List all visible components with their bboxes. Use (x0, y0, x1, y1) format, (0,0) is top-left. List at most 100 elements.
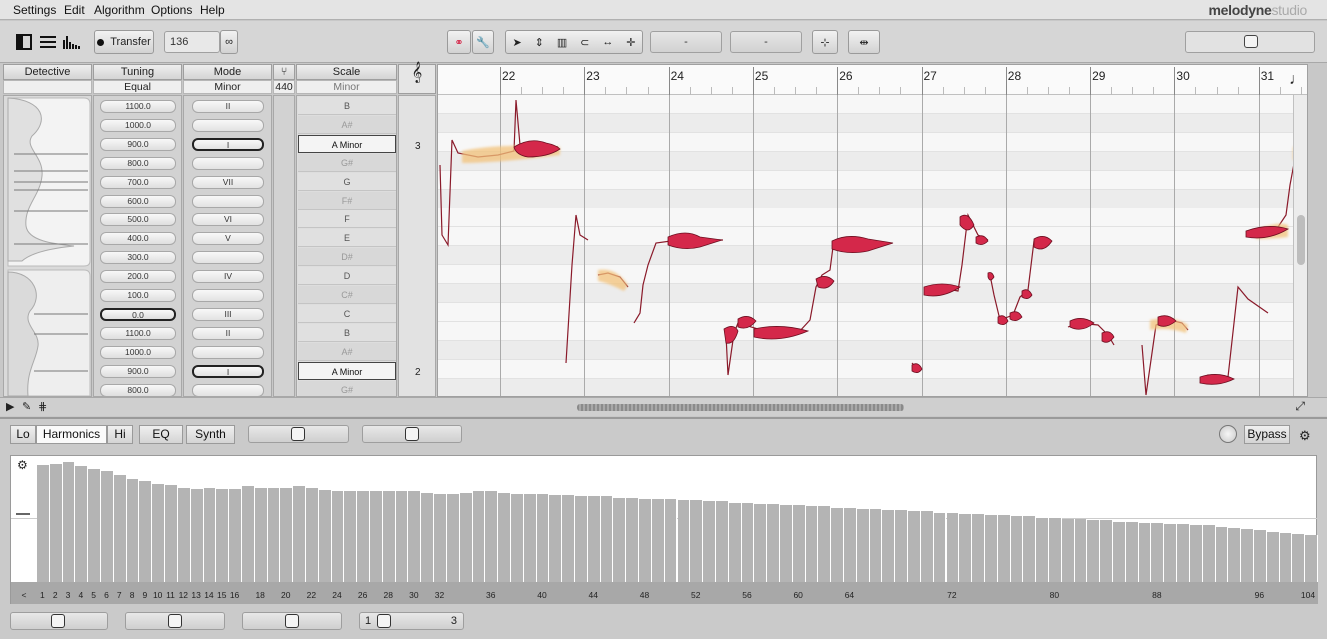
hi-shape-control[interactable] (242, 612, 342, 630)
scale-note-cell[interactable]: G (298, 172, 396, 191)
tuning-cell[interactable]: 500.0 (100, 213, 176, 227)
mode-cell[interactable]: IV (192, 270, 264, 284)
detective-header[interactable]: Detective (3, 64, 92, 80)
harmonic-bar[interactable] (613, 497, 627, 582)
harmonic-bar[interactable] (344, 491, 358, 582)
harmonic-bar[interactable] (1189, 525, 1203, 582)
tab-lo[interactable]: Lo (10, 425, 36, 444)
harmonic-bar[interactable] (869, 508, 883, 582)
harmonic-bar[interactable] (1113, 521, 1126, 582)
harmonic-bar[interactable] (357, 491, 371, 582)
harmonic-bar[interactable] (1151, 522, 1165, 582)
octave-range-control[interactable]: 1 3 (359, 612, 464, 630)
harmonic-bar[interactable] (536, 493, 550, 582)
harmonic-bar[interactable] (882, 510, 896, 582)
selector-handle[interactable] (377, 614, 391, 628)
scale-note-cell[interactable]: G# (298, 380, 396, 396)
tab-synth[interactable]: Synth (186, 425, 235, 444)
harmonic-bar[interactable] (920, 511, 934, 582)
harmonic-bar[interactable] (1087, 520, 1101, 582)
harmonic-bar[interactable] (639, 498, 652, 582)
harmonic-bar[interactable] (446, 493, 460, 582)
selector-handle[interactable] (168, 614, 182, 628)
separation-tool-icon[interactable]: ✛ (626, 36, 635, 49)
scale-note-cell[interactable]: C (298, 304, 396, 323)
harmonic-bar[interactable] (280, 487, 294, 582)
timing-tool-icon[interactable]: ↔ (602, 36, 613, 48)
harmonic-bar[interactable] (856, 508, 870, 582)
harmonic-bar[interactable] (177, 487, 191, 582)
harmonic-bar[interactable] (831, 507, 845, 582)
harmonic-bar[interactable] (318, 490, 332, 582)
harmonic-shape-selector[interactable] (362, 425, 462, 443)
tuning-cell[interactable]: 200.0 (100, 270, 176, 284)
harmonic-bar[interactable] (49, 463, 63, 582)
harmonic-bar[interactable] (1164, 524, 1178, 582)
mode-cell[interactable] (192, 289, 264, 302)
harmonic-bar[interactable] (1228, 527, 1242, 582)
harmonic-bar[interactable] (933, 512, 947, 582)
overview-scroller[interactable] (577, 404, 904, 411)
tuning-cell[interactable]: 0.0 (100, 307, 176, 321)
harmonic-bar[interactable] (1125, 521, 1139, 582)
harmonic-bar[interactable] (75, 466, 89, 582)
harmonic-bar[interactable] (88, 468, 102, 582)
detective-slider[interactable] (3, 80, 92, 94)
scale-note-cell[interactable]: A Minor (298, 134, 396, 153)
mode-header[interactable]: Mode (183, 64, 272, 80)
harmonic-bar[interactable] (510, 493, 524, 582)
settings-gear-icon[interactable]: ⚙ (1299, 428, 1311, 444)
mode-value[interactable]: Minor (183, 80, 272, 94)
harmonic-mode-selector[interactable] (248, 425, 349, 443)
menu-settings[interactable]: Settings (13, 3, 56, 17)
harmonic-bar[interactable] (216, 488, 230, 582)
harmonic-bar[interactable] (1305, 535, 1318, 582)
clef-button[interactable]: 𝄞 (398, 63, 436, 94)
tuning-cell[interactable]: 300.0 (100, 251, 176, 265)
scale-note-cell[interactable]: D (298, 267, 396, 286)
play-tool-icon[interactable]: ▶ (6, 400, 14, 413)
mode-cell[interactable]: I (192, 364, 264, 378)
harmonic-bar[interactable] (62, 462, 76, 582)
tuning-cell[interactable]: 100.0 (100, 289, 176, 302)
mode-cell[interactable] (192, 383, 264, 396)
harmonic-bar[interactable] (984, 515, 998, 582)
value-field-2[interactable]: - (730, 31, 802, 53)
view-layout-icon[interactable] (13, 32, 83, 52)
fit-view-icon[interactable]: ⤢ (1295, 399, 1305, 414)
mode-cell[interactable] (192, 194, 264, 208)
harmonic-bar[interactable] (1074, 519, 1088, 582)
tab-eq[interactable]: EQ (139, 425, 183, 444)
tuning-cell[interactable]: 400.0 (100, 232, 176, 246)
scale-note-cell[interactable]: F (298, 210, 396, 229)
macro-pitch-button[interactable]: ⚭ (447, 30, 471, 54)
mode-cell[interactable] (192, 156, 264, 170)
gain-knob[interactable] (1219, 425, 1237, 443)
harmonic-bar[interactable] (267, 487, 281, 582)
value-field-1[interactable]: - (650, 31, 722, 53)
note-shapes[interactable] (513, 140, 1308, 385)
harmonic-bar[interactable] (728, 502, 742, 582)
formant-tool-icon[interactable]: ▥ (557, 36, 567, 49)
harmonic-bar[interactable] (1266, 531, 1280, 582)
quantize-pitch-button[interactable]: ⊹ (812, 30, 838, 54)
menu-edit[interactable]: Edit (64, 3, 85, 17)
harmonic-bar[interactable] (1177, 524, 1190, 582)
mixer-tool-icon[interactable]: ⋕ (38, 400, 47, 413)
harmonic-bar[interactable] (805, 506, 819, 582)
harmonic-bar[interactable] (600, 496, 614, 582)
harmonic-bar[interactable] (370, 491, 383, 582)
harmonic-bar[interactable] (485, 491, 499, 582)
lo-shape-control[interactable] (10, 612, 108, 630)
scale-header[interactable]: Scale (296, 64, 397, 80)
transfer-button[interactable]: Transfer (94, 30, 154, 54)
amplitude-tool-icon[interactable]: ⊂ (580, 36, 589, 49)
selector-handle[interactable] (285, 614, 299, 628)
harmonic-bar[interactable] (113, 474, 127, 582)
harmonic-bar[interactable] (715, 501, 729, 582)
harmonic-bar[interactable] (408, 491, 422, 582)
harmonic-bar[interactable] (152, 483, 166, 582)
selector-handle[interactable] (405, 427, 419, 441)
mode-cell[interactable]: V (192, 232, 264, 246)
harmonic-bar[interactable] (959, 513, 973, 582)
